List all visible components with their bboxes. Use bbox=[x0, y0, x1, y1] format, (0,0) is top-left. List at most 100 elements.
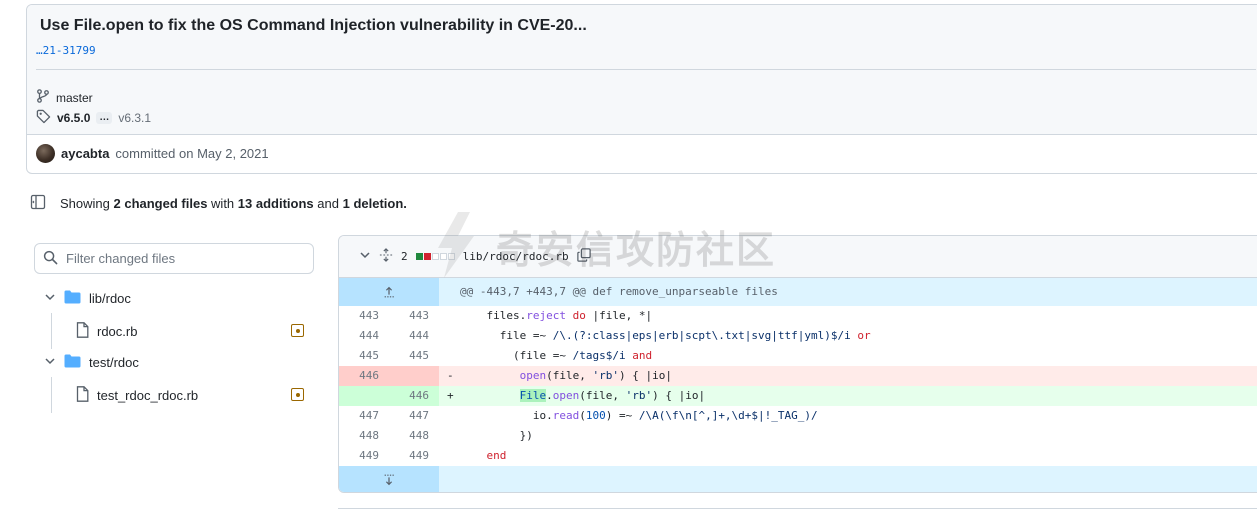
search-icon bbox=[43, 250, 58, 268]
new-line-number[interactable] bbox=[389, 366, 439, 386]
new-line-number[interactable]: 449 bbox=[389, 446, 439, 466]
file-path-link[interactable]: lib/rdoc/rdoc.rb bbox=[463, 250, 569, 263]
diffstat-block-neutral bbox=[431, 253, 439, 260]
tag-icon bbox=[36, 109, 51, 127]
old-line-number[interactable]: 446 bbox=[339, 366, 389, 386]
old-line-number[interactable]: 444 bbox=[339, 326, 389, 346]
commit-summary-panel: Use File.open to fix the OS Command Inje… bbox=[27, 5, 1257, 135]
diff-line: 447 447 io.read(100) =~ /\A(\f\n[^,]+,\d… bbox=[339, 406, 1257, 426]
old-line-number[interactable]: 443 bbox=[339, 306, 389, 326]
file-diff: 2 lib/rdoc/rdoc.rb @@ -443,7 +443,7 @@ d… bbox=[338, 235, 1257, 493]
summary-files-count: 2 changed files bbox=[113, 196, 208, 211]
divider bbox=[36, 69, 1256, 70]
old-line-number[interactable]: 449 bbox=[339, 446, 389, 466]
avatar[interactable] bbox=[36, 144, 55, 163]
summary-and: and bbox=[317, 196, 339, 211]
diffstat-block-neutral bbox=[439, 253, 447, 260]
tags-expand-button[interactable]: … bbox=[96, 112, 113, 124]
new-line-number[interactable]: 448 bbox=[389, 426, 439, 446]
hunk-header-text: @@ -443,7 +443,7 @@ def remove_unparseab… bbox=[460, 285, 778, 298]
code-content: io.read(100) =~ /\A(\f\n[^,]+,\d+$|!_TAG… bbox=[460, 409, 818, 422]
tree-folder-test-rdoc[interactable]: test/rdoc bbox=[44, 354, 139, 371]
code-content: end bbox=[486, 449, 507, 462]
old-line-number[interactable]: 447 bbox=[339, 406, 389, 426]
diff-line: 444 444 file =~ /\.(?:class|eps|erb|scpt… bbox=[339, 326, 1257, 346]
diff-line: 449 449 end bbox=[339, 446, 1257, 466]
diff-summary: Showing 2 changed files with 13 addition… bbox=[30, 194, 407, 213]
tree-guide-line bbox=[51, 313, 52, 349]
code-content: open(file, 'rb') { |io| bbox=[519, 369, 672, 382]
tree-file-rdoc-rb[interactable]: rdoc.rb bbox=[76, 322, 137, 341]
folder-icon bbox=[64, 290, 81, 307]
file-modified-icon bbox=[291, 388, 304, 401]
old-line-number[interactable]: 448 bbox=[339, 426, 389, 446]
sidebar-toggle-icon[interactable] bbox=[30, 194, 46, 213]
collapse-chevron-icon[interactable] bbox=[359, 249, 371, 264]
file-diff-header: 2 lib/rdoc/rdoc.rb bbox=[339, 236, 1257, 278]
tag-latest[interactable]: v6.5.0 bbox=[57, 111, 90, 125]
old-line-number[interactable] bbox=[339, 386, 389, 406]
folder-icon bbox=[64, 354, 81, 371]
filter-files-input[interactable] bbox=[66, 251, 296, 266]
expand-up-icon[interactable] bbox=[339, 278, 439, 306]
tag-oldest[interactable]: v6.3.1 bbox=[118, 111, 151, 125]
author-link[interactable]: aycabta bbox=[61, 146, 109, 161]
commit-title: Use File.open to fix the OS Command Inje… bbox=[40, 17, 587, 34]
summary-text: Showing 2 changed files with 13 addition… bbox=[60, 196, 407, 211]
new-line-number[interactable]: 443 bbox=[389, 306, 439, 326]
next-file-diff-edge bbox=[338, 508, 1257, 514]
branch-link[interactable]: master bbox=[56, 91, 93, 105]
expand-down-icon[interactable] bbox=[339, 466, 439, 492]
tree-file-label: test_rdoc_rdoc.rb bbox=[97, 388, 199, 403]
branch-icon bbox=[36, 89, 50, 106]
new-line-number[interactable]: 447 bbox=[389, 406, 439, 426]
file-modified-icon bbox=[291, 324, 304, 337]
new-line-number[interactable]: 445 bbox=[389, 346, 439, 366]
chevron-down-icon bbox=[44, 291, 56, 306]
new-line-number[interactable]: 446 bbox=[389, 386, 439, 406]
tree-folder-lib-rdoc[interactable]: lib/rdoc bbox=[44, 290, 131, 307]
tree-file-label: rdoc.rb bbox=[97, 324, 138, 339]
tree-guide-line bbox=[51, 377, 52, 413]
old-line-number[interactable]: 445 bbox=[339, 346, 389, 366]
code-content: File.open(file, 'rb') { |io| bbox=[519, 389, 706, 402]
commit-date-text: committed on May 2, 2021 bbox=[115, 146, 269, 161]
tags-info: v6.5.0 … v6.3.1 bbox=[36, 109, 151, 127]
tree-folder-label: lib/rdoc bbox=[89, 291, 131, 306]
code-content: file =~ /\.(?:class|eps|erb|scpt\.txt|sv… bbox=[460, 329, 871, 342]
summary-prefix: Showing bbox=[60, 196, 110, 211]
expand-all-icon[interactable] bbox=[379, 248, 393, 265]
chevron-down-icon bbox=[44, 355, 56, 370]
diffstat-block-deleted bbox=[423, 253, 431, 260]
copy-icon[interactable] bbox=[576, 248, 591, 265]
deletion-marker: - bbox=[447, 369, 454, 382]
diff-line-deleted: 446 - open(file, 'rb') { |io| bbox=[339, 366, 1257, 386]
diff-line-added: 446 + File.open(file, 'rb') { |io| bbox=[339, 386, 1257, 406]
diff-line: 448 448 }) bbox=[339, 426, 1257, 446]
file-icon bbox=[76, 322, 89, 341]
changes-count: 2 bbox=[401, 250, 408, 263]
diff-line: 445 445 (file =~ /tags$/i and bbox=[339, 346, 1257, 366]
code-content: files.reject do |file, *| bbox=[460, 309, 653, 322]
summary-deletions: 1 deletion. bbox=[342, 196, 407, 211]
tree-file-test-rdoc-rdoc-rb[interactable]: test_rdoc_rdoc.rb bbox=[76, 386, 198, 405]
new-line-number[interactable]: 444 bbox=[389, 326, 439, 346]
summary-additions: 13 additions bbox=[237, 196, 314, 211]
commit-header: Use File.open to fix the OS Command Inje… bbox=[26, 4, 1257, 174]
tree-folder-label: test/rdoc bbox=[89, 355, 139, 370]
hunk-header: @@ -443,7 +443,7 @@ def remove_unparseab… bbox=[339, 278, 1257, 306]
diff-line: 443 443 files.reject do |file, *| bbox=[339, 306, 1257, 326]
file-icon bbox=[76, 386, 89, 405]
filter-files-field[interactable] bbox=[34, 243, 314, 274]
diffstat-block-neutral bbox=[447, 253, 455, 260]
commit-description-expander[interactable]: …21-31799 bbox=[36, 44, 96, 57]
code-content: }) bbox=[460, 429, 533, 442]
diffstat-bar bbox=[415, 253, 455, 260]
addition-marker: + bbox=[447, 389, 454, 402]
summary-with: with bbox=[211, 196, 235, 211]
branch-info: master bbox=[36, 89, 93, 106]
hunk-footer bbox=[339, 466, 1257, 492]
diffstat-block-added bbox=[415, 253, 423, 260]
commit-author-row: aycabta committed on May 2, 2021 bbox=[36, 144, 269, 163]
code-content: (file =~ /tags$/i and bbox=[460, 349, 653, 362]
